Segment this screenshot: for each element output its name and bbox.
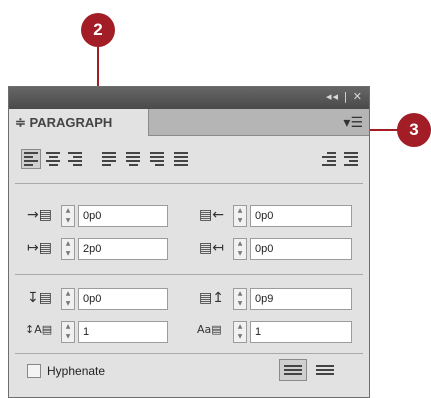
justify-left-button[interactable]: [99, 149, 119, 169]
justify-right-icon: [150, 152, 164, 166]
last-line-right-indent-spinner[interactable]: ▲ ▼: [233, 238, 247, 260]
panel-menu-icon[interactable]: ▾☰: [343, 115, 363, 131]
justify-center-button[interactable]: [123, 149, 143, 169]
first-line-indent-icon: ↦▤: [27, 240, 52, 256]
right-indent-spinner[interactable]: ▲ ▼: [233, 205, 247, 227]
paragraph-panel: ◂◂ | ✕ ≑ PARAGRAPH ▾☰ →▤ ▲ ▼ 0p0 ▤← ▲ ▼ 0p…: [8, 86, 370, 398]
drop-cap-lines-icon: ↕A▤: [25, 323, 53, 336]
align-right-icon: [68, 152, 82, 166]
justify-right-button[interactable]: [147, 149, 167, 169]
tab-paragraph-label: ≑ PARAGRAPH: [15, 115, 113, 130]
divider-3: [15, 353, 363, 354]
right-indent-field[interactable]: 0p0: [250, 205, 352, 227]
drop-cap-chars-icon: Aa▤: [197, 323, 222, 336]
align-center-button[interactable]: [43, 149, 63, 169]
align-away-spine-button[interactable]: [341, 149, 361, 169]
balance-ragged-lines-button[interactable]: [279, 359, 307, 381]
left-indent-icon: →▤: [27, 207, 52, 223]
drop-cap-lines-spinner[interactable]: ▲ ▼: [61, 321, 75, 343]
last-line-right-indent-icon: ▤↤: [199, 240, 224, 256]
callout-3: 3: [397, 113, 431, 147]
divider-1: [15, 183, 363, 184]
tab-strip: ≑ PARAGRAPH ▾☰: [9, 109, 369, 136]
panel-titlebar: ◂◂ | ✕: [9, 87, 369, 109]
align-towards-spine-button[interactable]: [319, 149, 339, 169]
justify-center-icon: [126, 152, 140, 166]
divider-2: [15, 274, 363, 275]
right-indent-icon: ▤←: [199, 207, 224, 223]
drop-cap-chars-spinner[interactable]: ▲ ▼: [233, 321, 247, 343]
hyphenate-label: Hyphenate: [47, 364, 106, 378]
space-after-spinner[interactable]: ▲ ▼: [233, 288, 247, 310]
left-indent-spinner[interactable]: ▲ ▼: [61, 205, 75, 227]
space-before-spinner[interactable]: ▲ ▼: [61, 288, 75, 310]
align-towards-spine-icon: [322, 152, 336, 166]
align-left-icon: [24, 152, 38, 166]
paragraph-composer-button[interactable]: [311, 359, 339, 381]
justify-left-icon: [102, 152, 116, 166]
callout-2: 2: [81, 13, 115, 47]
composer-icon-2: [316, 365, 334, 375]
space-before-field[interactable]: 0p0: [78, 288, 168, 310]
composer-icon-1: [284, 365, 302, 375]
space-before-icon: ↧▤: [27, 290, 52, 306]
drop-cap-lines-field[interactable]: 1: [78, 321, 168, 343]
align-center-icon: [46, 152, 60, 166]
first-line-indent-field[interactable]: 2p0: [78, 238, 168, 260]
space-after-field[interactable]: 0p9: [250, 288, 352, 310]
collapse-close-icons[interactable]: ◂◂ | ✕: [326, 90, 363, 103]
hyphenate-checkbox[interactable]: [27, 364, 41, 378]
drop-cap-chars-field[interactable]: 1: [250, 321, 352, 343]
align-left-button[interactable]: [21, 149, 41, 169]
tab-paragraph[interactable]: ≑ PARAGRAPH: [9, 109, 149, 136]
left-indent-field[interactable]: 0p0: [78, 205, 168, 227]
last-line-right-indent-field[interactable]: 0p0: [250, 238, 352, 260]
justify-all-icon: [174, 152, 188, 166]
space-after-icon: ▤↥: [199, 290, 224, 306]
align-away-spine-icon: [344, 152, 358, 166]
justify-all-button[interactable]: [171, 149, 191, 169]
align-right-button[interactable]: [65, 149, 85, 169]
first-line-indent-spinner[interactable]: ▲ ▼: [61, 238, 75, 260]
